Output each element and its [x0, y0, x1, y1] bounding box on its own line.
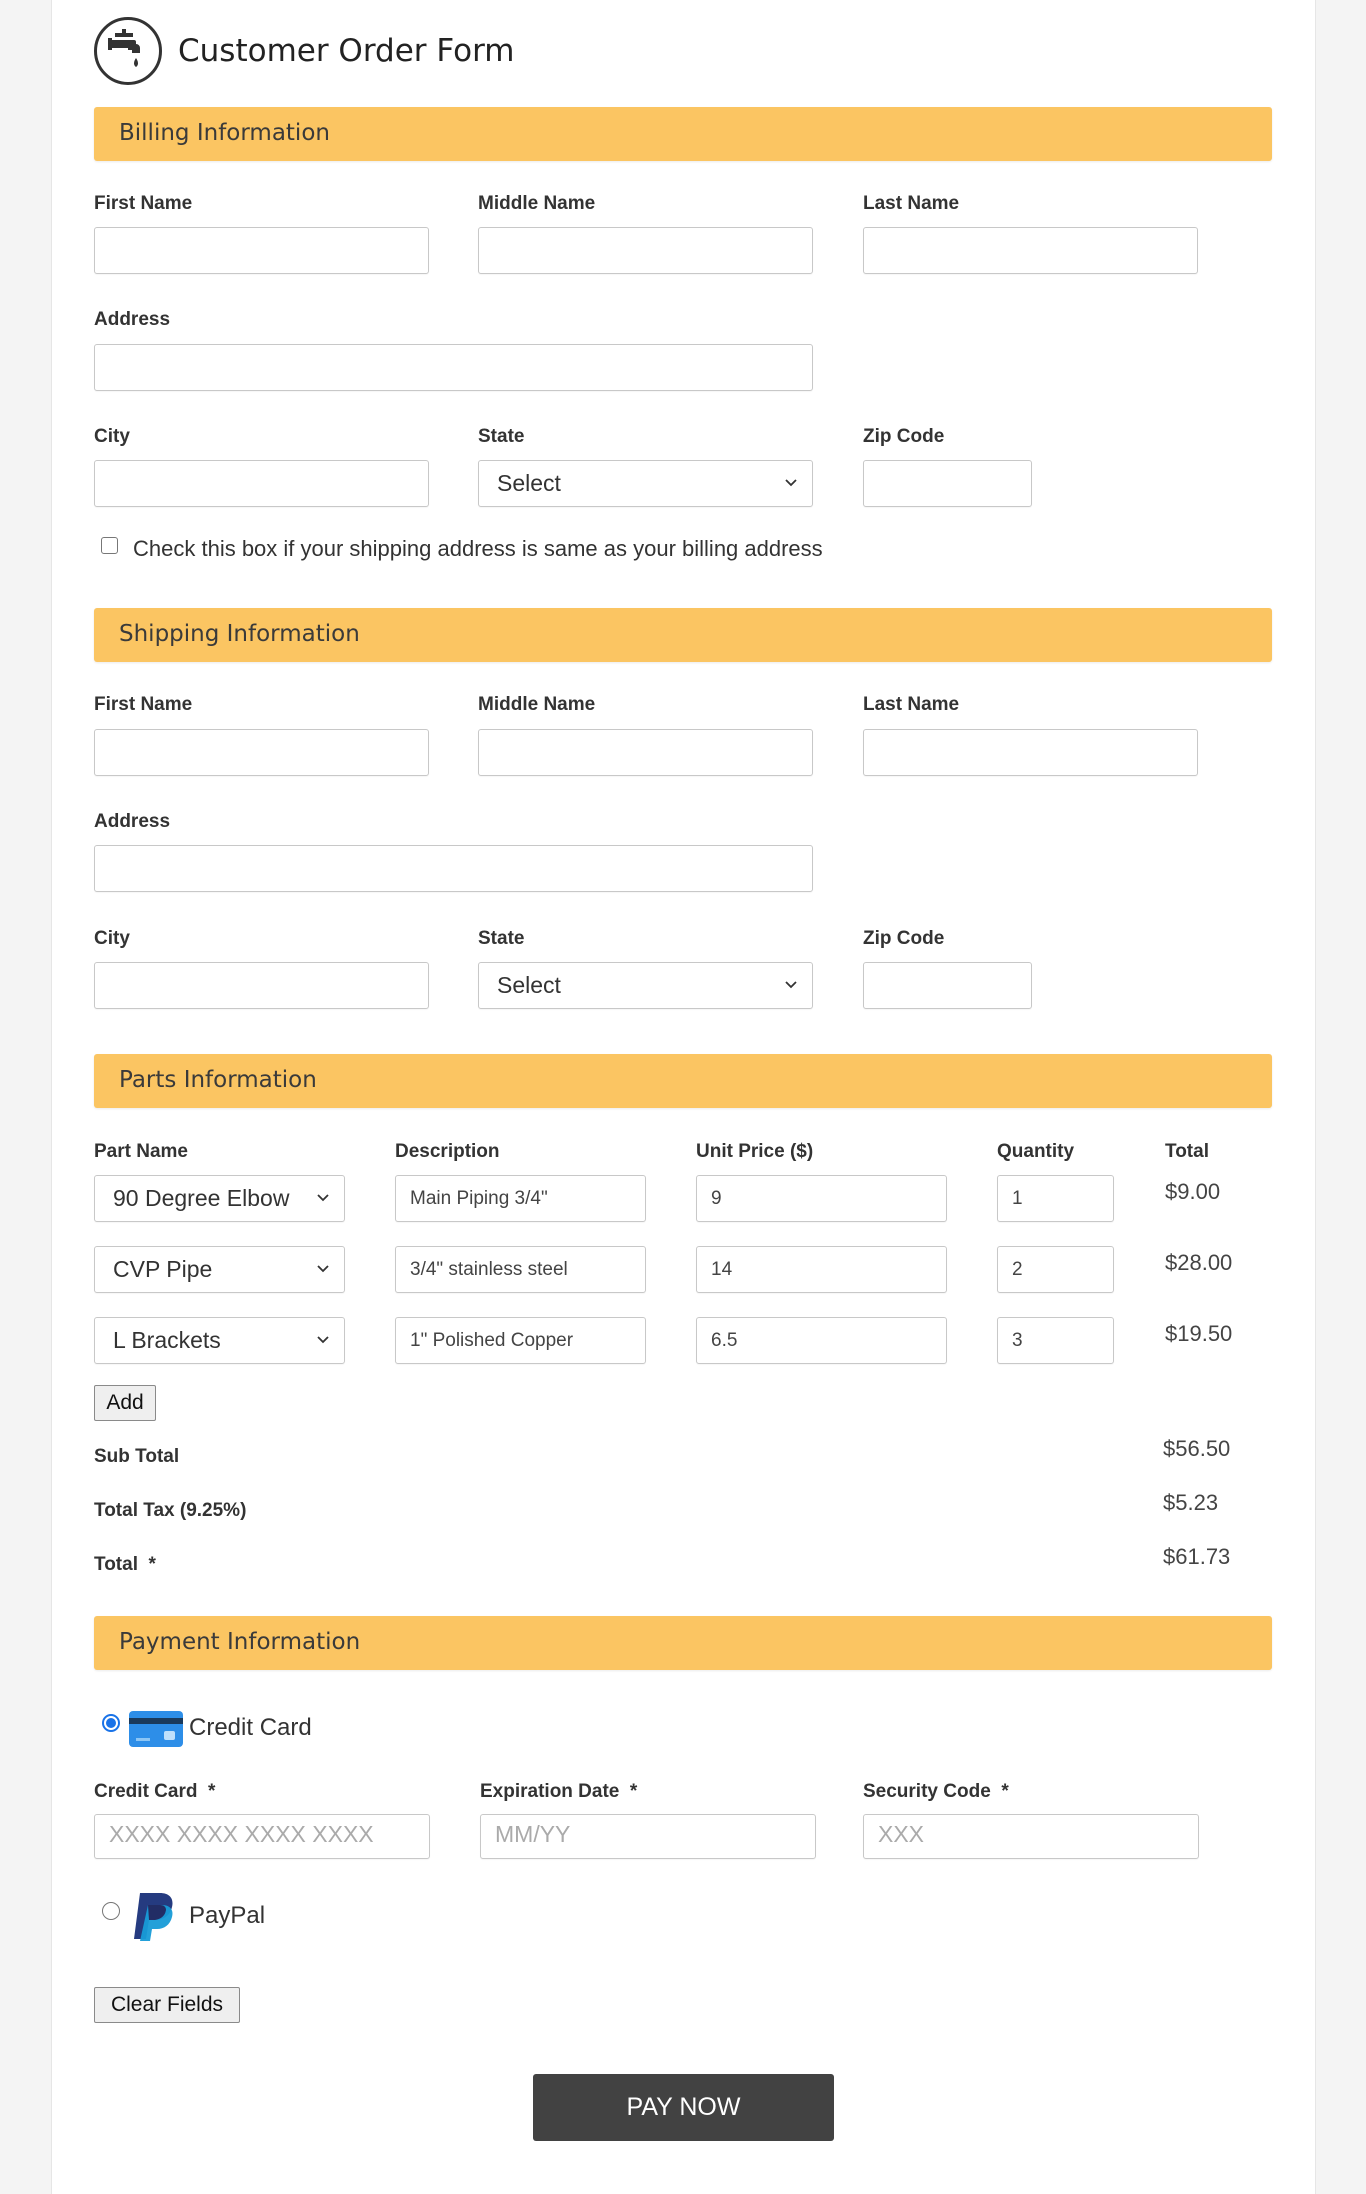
- shipping-middle-name-label: Middle Name: [478, 694, 596, 715]
- credit-card-radio[interactable]: [102, 1714, 120, 1732]
- payment-section-header: Payment Information: [94, 1616, 1272, 1670]
- tax-value: $5.23: [1163, 1490, 1219, 1515]
- shipping-last-name-label: Last Name: [863, 694, 960, 715]
- sub-total-label: Sub Total: [94, 1446, 180, 1467]
- chevron-down-icon: [317, 1194, 329, 1202]
- description-input[interactable]: [395, 1317, 646, 1364]
- quantity-input[interactable]: [997, 1317, 1114, 1364]
- paypal-icon: [130, 1891, 178, 1943]
- billing-middle-name-input[interactable]: [478, 227, 813, 274]
- part-name-select[interactable]: CVP Pipe: [94, 1246, 345, 1293]
- part-name-value: L Brackets: [113, 1327, 221, 1353]
- parts-section-header: Parts Information: [94, 1054, 1272, 1108]
- shipping-state-label: State: [478, 928, 525, 949]
- sub-total-value: $56.50: [1163, 1436, 1231, 1461]
- grand-total-value: $61.73: [1163, 1544, 1231, 1569]
- column-header-total: Total: [1165, 1141, 1209, 1162]
- billing-state-label: State: [478, 426, 525, 447]
- shipping-state-value: Select: [497, 972, 561, 998]
- column-header-part-name: Part Name: [94, 1141, 188, 1162]
- same-address-checkbox[interactable]: [101, 537, 118, 554]
- billing-address-input[interactable]: [94, 344, 813, 391]
- shipping-first-name-input[interactable]: [94, 729, 429, 776]
- unit-price-input[interactable]: [696, 1175, 947, 1222]
- unit-price-input[interactable]: [696, 1246, 947, 1293]
- unit-price-input[interactable]: [696, 1317, 947, 1364]
- shipping-zip-input[interactable]: [863, 962, 1032, 1009]
- column-header-quantity: Quantity: [997, 1141, 1075, 1162]
- shipping-first-name-label: First Name: [94, 694, 193, 715]
- quantity-input[interactable]: [997, 1175, 1114, 1222]
- chevron-down-icon: [785, 479, 797, 487]
- expiration-date-label: Expiration Date *: [480, 1781, 638, 1802]
- column-header-unit-price: Unit Price ($): [696, 1141, 814, 1162]
- column-header-description: Description: [395, 1141, 500, 1162]
- chevron-down-icon: [317, 1265, 329, 1273]
- part-name-value: 90 Degree Elbow: [113, 1185, 290, 1211]
- paypal-option-label: PayPal: [189, 1902, 266, 1929]
- billing-zip-input[interactable]: [863, 460, 1032, 507]
- billing-first-name-input[interactable]: [94, 227, 429, 274]
- billing-zip-label: Zip Code: [863, 426, 945, 447]
- payment-section-title: Payment Information: [119, 1629, 361, 1655]
- shipping-last-name-input[interactable]: [863, 729, 1198, 776]
- line-total: $19.50: [1165, 1321, 1233, 1346]
- add-part-button[interactable]: Add: [94, 1385, 156, 1421]
- same-address-label: Check this box if your shipping address …: [133, 536, 823, 561]
- line-total: $28.00: [1165, 1250, 1233, 1275]
- description-input[interactable]: [395, 1175, 646, 1222]
- shipping-section-header: Shipping Information: [94, 608, 1272, 662]
- billing-state-select[interactable]: Select: [478, 460, 813, 507]
- paypal-radio[interactable]: [102, 1902, 120, 1920]
- parts-section-title: Parts Information: [119, 1067, 317, 1093]
- billing-last-name-label: Last Name: [863, 193, 960, 214]
- billing-state-value: Select: [497, 470, 561, 496]
- billing-last-name-input[interactable]: [863, 227, 1198, 274]
- chevron-down-icon: [317, 1336, 329, 1344]
- part-name-value: CVP Pipe: [113, 1256, 213, 1282]
- shipping-state-select[interactable]: Select: [478, 962, 813, 1009]
- credit-card-icon: [129, 1711, 183, 1747]
- shipping-city-label: City: [94, 928, 130, 949]
- shipping-city-input[interactable]: [94, 962, 429, 1009]
- credit-card-label: Credit Card *: [94, 1781, 216, 1802]
- shipping-zip-label: Zip Code: [863, 928, 945, 949]
- part-name-select[interactable]: 90 Degree Elbow: [94, 1175, 345, 1222]
- shipping-section-title: Shipping Information: [119, 621, 360, 647]
- shipping-address-input[interactable]: [94, 845, 813, 892]
- billing-city-label: City: [94, 426, 130, 447]
- billing-section-header: Billing Information: [94, 107, 1272, 161]
- shipping-address-label: Address: [94, 811, 171, 832]
- pay-now-button[interactable]: PAY NOW: [533, 2074, 834, 2141]
- shipping-middle-name-input[interactable]: [478, 729, 813, 776]
- billing-city-input[interactable]: [94, 460, 429, 507]
- grand-total-label: Total *: [94, 1554, 156, 1575]
- line-total: $9.00: [1165, 1179, 1221, 1204]
- billing-middle-name-label: Middle Name: [478, 193, 596, 214]
- billing-section-title: Billing Information: [119, 120, 330, 146]
- part-name-select[interactable]: L Brackets: [94, 1317, 345, 1364]
- credit-card-number-input[interactable]: [94, 1814, 430, 1859]
- faucet-icon: [94, 17, 162, 85]
- credit-card-option-label: Credit Card: [189, 1714, 312, 1741]
- description-input[interactable]: [395, 1246, 646, 1293]
- billing-first-name-label: First Name: [94, 193, 193, 214]
- security-code-input[interactable]: [863, 1814, 1199, 1859]
- tax-label: Total Tax (9.25%): [94, 1500, 247, 1521]
- page-title: Customer Order Form: [178, 33, 515, 69]
- expiration-date-input[interactable]: [480, 1814, 816, 1859]
- billing-address-label: Address: [94, 309, 171, 330]
- quantity-input[interactable]: [997, 1246, 1114, 1293]
- security-code-label: Security Code *: [863, 1781, 1009, 1802]
- chevron-down-icon: [785, 981, 797, 989]
- clear-fields-button[interactable]: Clear Fields: [94, 1987, 240, 2023]
